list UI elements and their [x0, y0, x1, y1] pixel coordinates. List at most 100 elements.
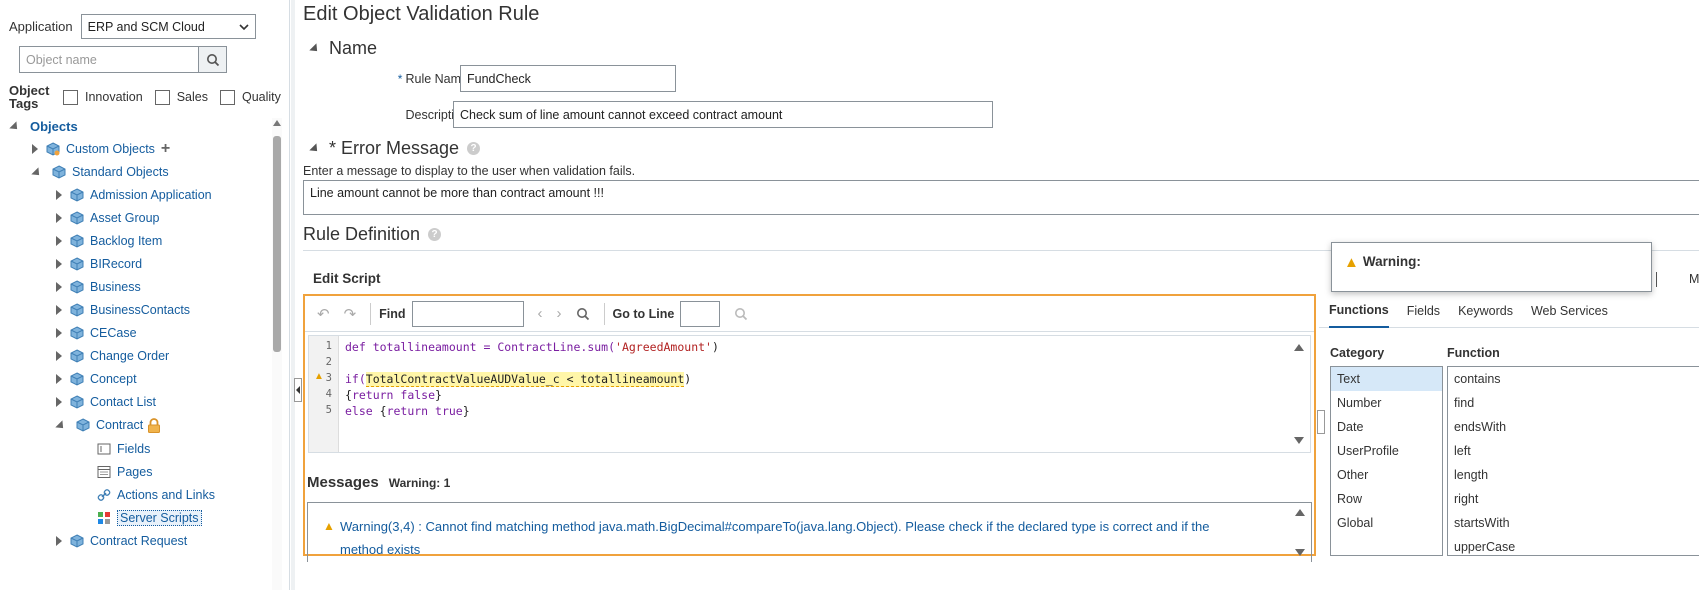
tree-node-objects[interactable]: Objects — [9, 116, 78, 136]
divider — [1656, 272, 1657, 287]
tag-checkbox-innovation[interactable] — [63, 89, 78, 105]
pane-splitter[interactable] — [291, 0, 295, 590]
chevron-down-icon — [239, 23, 249, 30]
category-item-date[interactable]: Date — [1331, 415, 1442, 439]
tree-node-contact-list[interactable]: Contact List — [56, 392, 156, 412]
tree-node-actions-and-links[interactable]: Actions and Links — [97, 485, 215, 505]
go-to-line-input[interactable] — [680, 300, 721, 327]
function-item-length[interactable]: length — [1448, 463, 1699, 487]
find-input[interactable] — [411, 300, 524, 327]
help-icon[interactable]: ? — [467, 142, 481, 155]
function-item-startswith[interactable]: startsWith — [1448, 511, 1699, 535]
application-select[interactable]: ERP and SCM Cloud — [80, 14, 256, 39]
function-item-uppercase[interactable]: upperCase — [1448, 535, 1699, 555]
warning-message-link[interactable]: Warning(3,4) : Cannot find matching meth… — [340, 515, 1240, 561]
expand-triangle-icon[interactable] — [56, 351, 62, 361]
truncated-link-text[interactable]: Mo — [1689, 272, 1699, 286]
code-editor[interactable]: 1 2 ▲ 3 4 5 def totallineamount = Contra… — [308, 335, 1311, 453]
expand-triangle-icon[interactable] — [56, 328, 62, 338]
search-icon[interactable] — [576, 307, 590, 321]
category-item-global[interactable]: Global — [1331, 511, 1442, 535]
expand-triangle-icon[interactable] — [56, 259, 62, 269]
page-title: Edit Object Validation Rule — [303, 3, 540, 25]
function-item-right[interactable]: right — [1448, 487, 1699, 511]
tag-checkbox-quality[interactable] — [219, 89, 235, 105]
tree-node-businesscontacts[interactable]: BusinessContacts — [56, 300, 190, 320]
tree-scrollbar[interactable] — [272, 118, 282, 590]
collapse-triangle-icon[interactable] — [55, 420, 67, 432]
category-item-row[interactable]: Row — [1331, 487, 1442, 511]
help-icon[interactable]: ? — [428, 228, 442, 241]
collapse-triangle-icon[interactable] — [309, 142, 321, 155]
previous-match-icon[interactable]: ‹ — [538, 305, 543, 322]
redo-icon[interactable]: ↷ — [344, 305, 357, 323]
function-item-left[interactable]: left — [1448, 439, 1699, 463]
name-section-header[interactable]: Name — [309, 38, 377, 59]
toolbar-separator — [603, 302, 605, 325]
scroll-up-arrow-icon[interactable] — [1294, 344, 1304, 351]
expand-triangle-icon[interactable] — [32, 144, 38, 154]
expand-triangle-icon[interactable] — [56, 282, 62, 292]
expand-triangle-icon[interactable] — [56, 213, 62, 223]
error-message-section-header[interactable]: * Error Message ? — [309, 138, 481, 159]
category-item-number[interactable]: Number — [1331, 391, 1442, 415]
add-icon[interactable]: + — [161, 141, 170, 157]
tree-node-backlog-item[interactable]: Backlog Item — [56, 231, 162, 251]
tree-node-change-order[interactable]: Change Order — [56, 346, 169, 366]
category-item-text[interactable]: Text — [1331, 367, 1442, 391]
expand-triangle-icon[interactable] — [56, 305, 62, 315]
object-navigator-pane: Application ERP and SCM Cloud Object nam… — [0, 0, 290, 590]
tag-checkbox-sales[interactable] — [154, 89, 170, 105]
tree-node-fields[interactable]: Fields — [97, 439, 150, 459]
function-item-contains[interactable]: contains — [1448, 367, 1699, 391]
collapse-triangle-icon[interactable] — [9, 121, 21, 133]
tree-node-business[interactable]: Business — [56, 277, 141, 297]
application-row: Application ERP and SCM Cloud — [9, 14, 256, 39]
description-input[interactable]: Check sum of line amount cannot exceed c… — [453, 101, 993, 128]
scroll-up-arrow-icon[interactable] — [273, 120, 281, 126]
tree-node-admission-application[interactable]: Admission Application — [56, 185, 212, 205]
expand-triangle-icon[interactable] — [56, 397, 62, 407]
tree-node-cecase[interactable]: CECase — [56, 323, 137, 343]
scroll-down-arrow-icon[interactable] — [1294, 437, 1304, 444]
tree-node-pages[interactable]: Pages — [97, 462, 152, 482]
object-name-search-input[interactable]: Object name — [19, 46, 199, 73]
scroll-thumb[interactable] — [273, 136, 281, 352]
tree-node-contract[interactable]: Contract — [55, 415, 161, 435]
tab-web-services[interactable]: Web Services — [1531, 295, 1608, 327]
search-button[interactable] — [199, 46, 227, 73]
tree-node-standard-objects[interactable]: Standard Objects — [31, 162, 169, 182]
tree-node-asset-group[interactable]: Asset Group — [56, 208, 159, 228]
undo-icon[interactable]: ↶ — [317, 305, 330, 323]
tab-functions[interactable]: Functions — [1329, 294, 1389, 328]
tree-node-custom-objects[interactable]: Custom Objects + — [32, 139, 170, 159]
tree-node-label: Asset Group — [90, 211, 160, 225]
tree-node-birecord[interactable]: BIRecord — [56, 254, 142, 274]
next-match-icon[interactable]: › — [557, 305, 562, 322]
collapse-triangle-icon[interactable] — [309, 42, 321, 55]
scroll-up-arrow-icon[interactable] — [1295, 509, 1305, 516]
edit-script-title: Edit Script — [313, 271, 381, 286]
tree-node-concept[interactable]: Concept — [56, 369, 137, 389]
object-cube-icon — [70, 211, 84, 225]
tab-fields[interactable]: Fields — [1407, 295, 1440, 327]
tab-keywords[interactable]: Keywords — [1458, 295, 1513, 327]
function-item-find[interactable]: find — [1448, 391, 1699, 415]
expand-triangle-icon[interactable] — [56, 190, 62, 200]
category-item-other[interactable]: Other — [1331, 463, 1442, 487]
error-message-input[interactable]: Line amount cannot be more than contract… — [303, 180, 1699, 215]
category-item-userprofile[interactable]: UserProfile — [1331, 439, 1442, 463]
object-cube-icon — [70, 280, 84, 294]
tree-node-server-scripts[interactable]: Server Scripts — [97, 508, 202, 528]
section-title: Error Message — [341, 138, 460, 158]
expand-triangle-icon[interactable] — [56, 374, 62, 384]
rule-name-input[interactable]: FundCheck — [460, 65, 676, 92]
warning-icon[interactable]: ▲ — [314, 371, 324, 382]
expand-triangle-icon[interactable] — [56, 536, 62, 546]
scroll-down-arrow-icon[interactable] — [1295, 549, 1305, 556]
tree-node-contract-request[interactable]: Contract Request — [56, 531, 187, 551]
expand-triangle-icon[interactable] — [56, 236, 62, 246]
search-icon[interactable] — [734, 307, 748, 321]
collapse-triangle-icon[interactable] — [31, 167, 43, 179]
function-item-endswith[interactable]: endsWith — [1448, 415, 1699, 439]
